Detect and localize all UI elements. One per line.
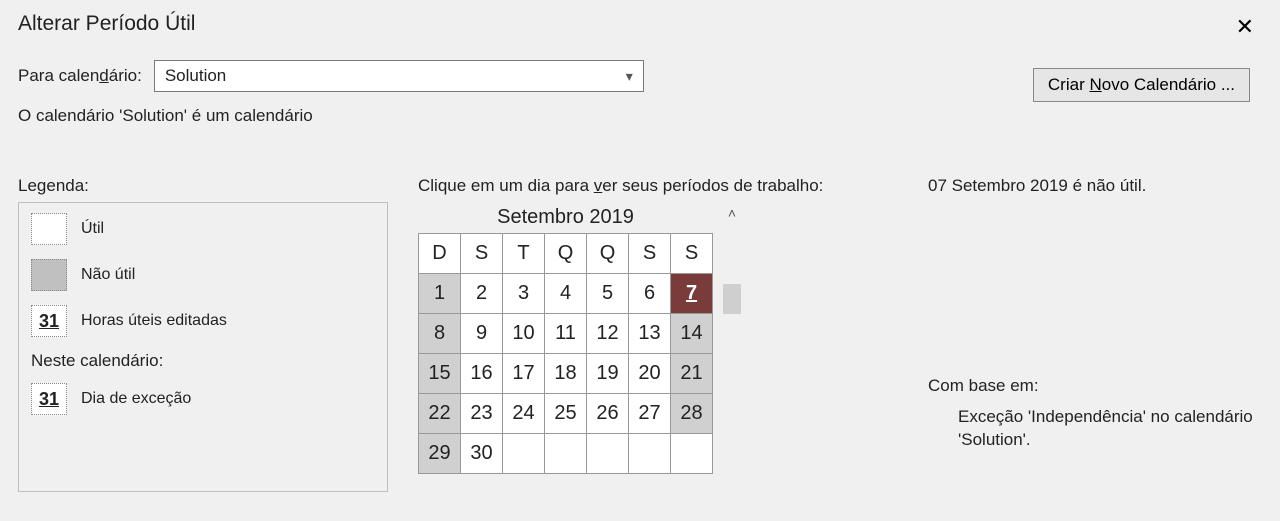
calendar-day (671, 434, 713, 474)
calendar-day (587, 434, 629, 474)
legend-item-working: Útil (31, 213, 375, 245)
calendar-weekday: S (629, 234, 671, 274)
calendar-day[interactable]: 29 (419, 434, 461, 474)
calendar-day[interactable]: 27 (629, 394, 671, 434)
calendar-scroll-thumb[interactable] (723, 284, 741, 314)
close-icon: ✕ (1236, 14, 1254, 39)
legend-label-nonworking: Não útil (81, 266, 135, 284)
legend-label-working: Útil (81, 220, 104, 238)
calendar-day[interactable]: 12 (587, 314, 629, 354)
calendar-week-row: 1234567 (419, 274, 713, 314)
calendar-day[interactable]: 1 (419, 274, 461, 314)
calendar-day[interactable]: 6 (629, 274, 671, 314)
calendar-day[interactable]: 20 (629, 354, 671, 394)
calendar-weekday: S (671, 234, 713, 274)
calendar-day[interactable]: 9 (461, 314, 503, 354)
chevron-up-icon: ˄ (728, 205, 736, 221)
legend-box: Útil Não útil 31 Horas úteis editadas Ne… (18, 202, 388, 492)
calendar-scroll-up-button[interactable]: ˄ (721, 202, 743, 224)
calendar-day (629, 434, 671, 474)
calendar-day[interactable]: 30 (461, 434, 503, 474)
calendar-day[interactable]: 19 (587, 354, 629, 394)
calendar-day[interactable]: 16 (461, 354, 503, 394)
legend-label-edited: Horas úteis editadas (81, 312, 227, 330)
calendar-month-label: Setembro 2019 (418, 202, 713, 233)
calendar-day[interactable]: 14 (671, 314, 713, 354)
calendar-week-row: 891011121314 (419, 314, 713, 354)
swatch-nonworking (31, 259, 67, 291)
calendar-day[interactable]: 15 (419, 354, 461, 394)
calendar-day[interactable]: 5 (587, 274, 629, 314)
calendar-day[interactable]: 22 (419, 394, 461, 434)
legend-title: Legenda: (18, 176, 388, 196)
calendar-week-row: 22232425262728 (419, 394, 713, 434)
close-button[interactable]: ✕ (1228, 12, 1262, 42)
calendar-day[interactable]: 26 (587, 394, 629, 434)
selected-day-status: 07 Setembro 2019 é não útil. (928, 176, 1262, 196)
calendar-day[interactable]: 24 (503, 394, 545, 434)
legend-subtitle: Neste calendário: (31, 351, 375, 371)
calendar-select-value: Solution (165, 66, 626, 86)
calendar-day[interactable]: 11 (545, 314, 587, 354)
based-on-detail: Exceção 'Independência' no calendário 'S… (958, 406, 1262, 452)
legend-item-edited: 31 Horas úteis editadas (31, 305, 375, 337)
calendar-day[interactable]: 23 (461, 394, 503, 434)
calendar-day[interactable]: 2 (461, 274, 503, 314)
legend-item-nonworking: Não útil (31, 259, 375, 291)
calendar-day[interactable]: 4 (545, 274, 587, 314)
calendar-week-row: 2930 (419, 434, 713, 474)
calendar-weekday: S (461, 234, 503, 274)
legend-label-exception: Dia de exceção (81, 390, 191, 408)
calendar-instruction: Clique em um dia para ver seus períodos … (418, 176, 898, 196)
calendar-select[interactable]: Solution ▾ (154, 60, 644, 92)
calendar-day[interactable]: 17 (503, 354, 545, 394)
swatch-edited: 31 (31, 305, 67, 337)
calendar-day[interactable]: 13 (629, 314, 671, 354)
calendar-weekday-row: DSTQQSS (419, 234, 713, 274)
swatch-working (31, 213, 67, 245)
calendar-weekday: D (419, 234, 461, 274)
chevron-down-icon: ▾ (626, 68, 633, 85)
calendar-week-row: 15161718192021 (419, 354, 713, 394)
calendar-day[interactable]: 28 (671, 394, 713, 434)
calendar-day (503, 434, 545, 474)
calendar-description: O calendário 'Solution' é um calendário (18, 106, 1262, 126)
calendar-day[interactable]: 18 (545, 354, 587, 394)
month-calendar[interactable]: Setembro 2019 DSTQQSS 123456789101112131… (418, 202, 713, 474)
dialog-title: Alterar Período Útil (18, 12, 195, 36)
swatch-exception: 31 (31, 383, 67, 415)
calendar-day[interactable]: 8 (419, 314, 461, 354)
calendar-day (545, 434, 587, 474)
calendar-day[interactable]: 10 (503, 314, 545, 354)
calendar-weekday: T (503, 234, 545, 274)
create-new-calendar-button[interactable]: Criar Novo Calendário ... (1033, 68, 1250, 102)
calendar-day[interactable]: 21 (671, 354, 713, 394)
calendar-day[interactable]: 25 (545, 394, 587, 434)
calendar-day[interactable]: 3 (503, 274, 545, 314)
for-calendar-label: Para calendário: (18, 66, 142, 86)
based-on-label: Com base em: (928, 376, 1262, 396)
calendar-weekday: Q (545, 234, 587, 274)
legend-item-exception: 31 Dia de exceção (31, 383, 375, 415)
calendar-day[interactable]: 7 (671, 274, 713, 314)
calendar-weekday: Q (587, 234, 629, 274)
